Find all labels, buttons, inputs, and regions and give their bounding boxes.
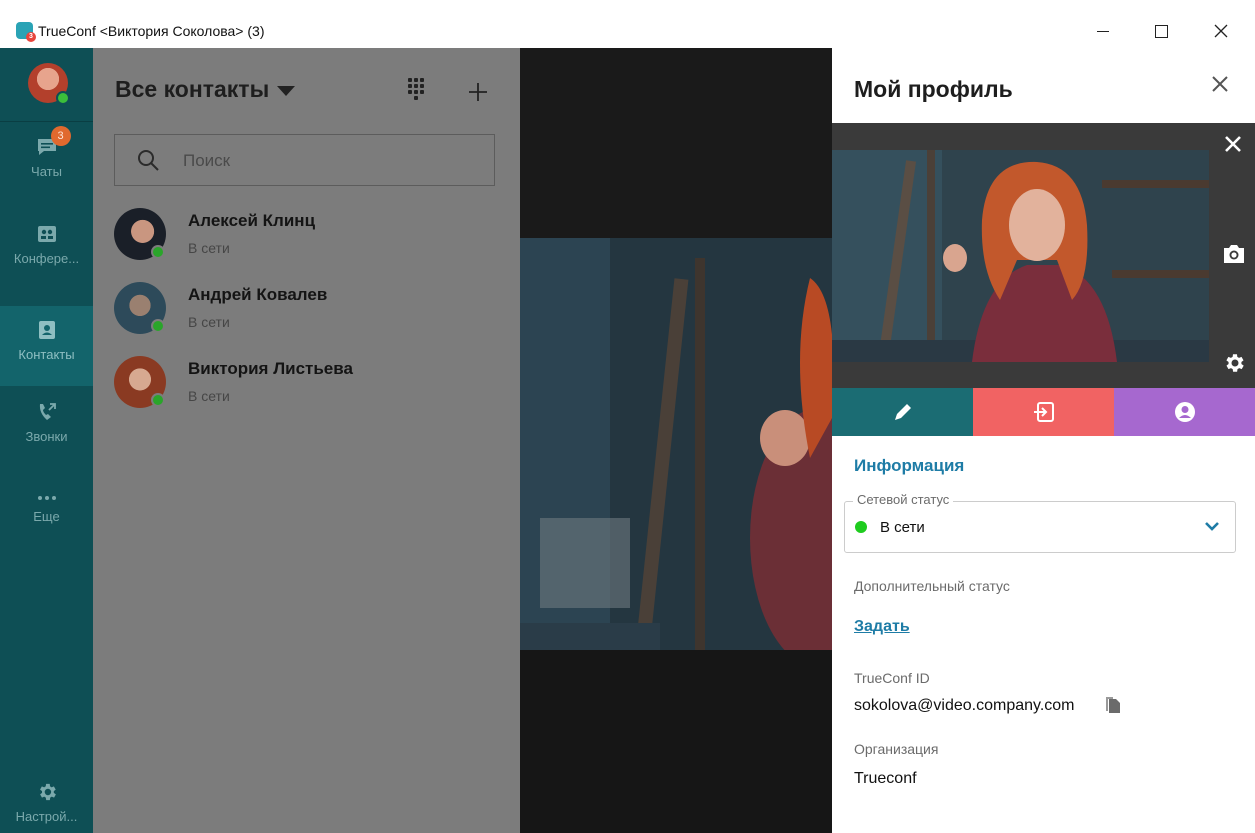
chat-icon: 3	[36, 126, 71, 158]
contacts-icon	[36, 319, 58, 341]
window-title: TrueConf <Виктория Соколова> (3)	[38, 23, 265, 39]
search-icon	[138, 150, 159, 171]
network-status-select[interactable]: Сетевой статус В сети	[844, 492, 1236, 553]
video-frame-image	[520, 238, 832, 650]
trueconf-id-label: TrueConf ID	[854, 670, 930, 686]
network-status-value: В сети	[880, 519, 925, 536]
rail-item-label: Звонки	[25, 429, 68, 444]
rail-item-calls[interactable]: Звонки	[0, 401, 93, 481]
rail-item-label: Чаты	[31, 164, 62, 179]
search-input[interactable]: Поиск	[114, 134, 495, 186]
rail-item-contacts[interactable]: Контакты	[0, 306, 93, 386]
trueconf-id-value: sokolova@video.company.com	[854, 697, 1075, 714]
rail-item-conferences[interactable]: Конфере...	[0, 223, 93, 303]
logout-button[interactable]	[973, 388, 1114, 436]
my-avatar[interactable]	[28, 63, 70, 105]
rail-item-more[interactable]: Еще	[0, 491, 93, 571]
more-icon	[36, 491, 58, 503]
remove-photo-button[interactable]	[1222, 133, 1244, 155]
pencil-icon	[894, 404, 911, 420]
contact-name: Виктория Листьева	[188, 359, 353, 378]
edit-profile-button[interactable]	[832, 388, 973, 436]
self-view-video	[520, 238, 832, 650]
close-icon	[1214, 24, 1228, 38]
section-title-info: Информация	[854, 456, 965, 475]
title-bar: 3 TrueConf <Виктория Соколова> (3)	[0, 0, 1255, 48]
caret-down-icon	[277, 85, 296, 96]
contact-item[interactable]: Виктория Листьева В сети	[114, 356, 504, 422]
contacts-title: Все контакты	[115, 76, 270, 102]
maximize-button[interactable]	[1138, 14, 1184, 48]
account-button[interactable]	[1114, 388, 1255, 436]
online-indicator	[151, 319, 165, 333]
contact-name: Алексей Клинц	[188, 211, 316, 230]
contacts-panel: Все контакты Поиск Алексей Клинц В сети …	[93, 48, 520, 833]
user-circle-icon	[1174, 402, 1195, 422]
contact-name: Андрей Ковалев	[188, 285, 328, 304]
app-unread-badge: 3	[26, 32, 36, 42]
video-letterbox-bottom	[520, 650, 832, 833]
copy-icon[interactable]	[1104, 696, 1122, 715]
rail-item-label: Еще	[33, 509, 60, 524]
online-indicator	[855, 521, 867, 533]
contact-item[interactable]: Алексей Клинц В сети	[114, 208, 504, 274]
plus-icon	[469, 83, 487, 101]
add-contact-button[interactable]	[468, 72, 488, 110]
profile-title: Мой профиль	[854, 76, 1013, 102]
calls-icon	[36, 401, 58, 423]
search-placeholder: Поиск	[183, 151, 231, 170]
app-window: 3 TrueConf <Виктория Соколова> (3) 3 Чат…	[0, 0, 1255, 833]
minimize-button[interactable]	[1080, 14, 1126, 48]
online-indicator	[151, 245, 165, 259]
contact-status: В сети	[188, 240, 230, 256]
logout-icon	[1033, 402, 1054, 422]
rail-item-label: Настрой...	[15, 809, 78, 824]
contacts-filter-dropdown[interactable]: Все контакты	[115, 76, 296, 103]
network-status-label: Сетевой статус	[853, 492, 954, 507]
rail-item-settings[interactable]: Настрой...	[0, 781, 93, 833]
close-profile-button[interactable]	[1208, 72, 1232, 96]
profile-photo-area	[832, 123, 1255, 388]
profile-panel: Мой профиль Информация Сетевой статус В …	[832, 48, 1255, 833]
extra-status-label: Дополнительный статус	[854, 578, 1010, 594]
camera-icon[interactable]	[1222, 243, 1246, 265]
navigation-rail: 3 Чаты Конфере... Контакты Звонки Еще На…	[0, 48, 93, 833]
rail-divider	[0, 121, 93, 122]
trueconf-logo-icon: 3	[16, 22, 36, 42]
contact-status: В сети	[188, 314, 230, 330]
organization-value: Trueconf	[854, 770, 917, 787]
online-indicator	[151, 393, 165, 407]
profile-actions	[832, 388, 1255, 436]
chats-unread-badge: 3	[50, 126, 71, 146]
close-window-button[interactable]	[1198, 14, 1244, 48]
rail-item-chats[interactable]: 3 Чаты	[0, 126, 93, 216]
contact-status: В сети	[188, 388, 230, 404]
video-letterbox-top	[520, 48, 832, 238]
set-extra-status-link[interactable]: Задать	[854, 618, 910, 636]
rail-item-label: Контакты	[18, 347, 75, 362]
dialpad-icon[interactable]	[406, 78, 426, 100]
contact-item[interactable]: Андрей Ковалев В сети	[114, 282, 504, 348]
organization-label: Организация	[854, 741, 939, 757]
profile-photo	[832, 150, 1209, 362]
chevron-down-icon	[1205, 522, 1219, 531]
online-indicator	[56, 91, 70, 105]
conference-icon	[36, 223, 58, 245]
video-area	[520, 48, 832, 833]
gear-icon	[36, 781, 58, 803]
gear-icon[interactable]	[1222, 351, 1246, 375]
rail-item-label: Конфере...	[13, 251, 80, 266]
